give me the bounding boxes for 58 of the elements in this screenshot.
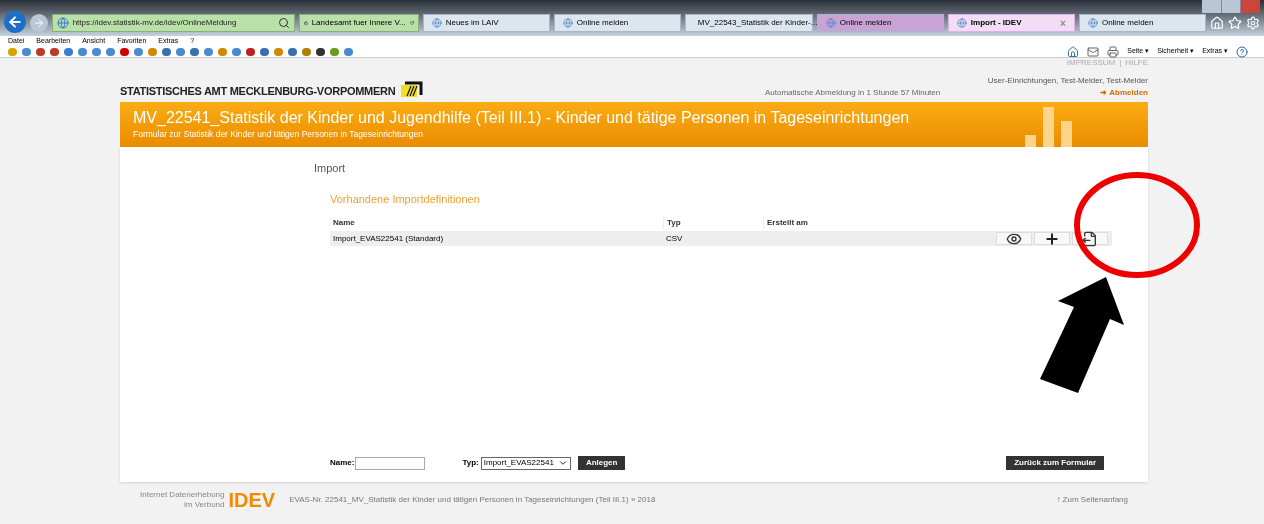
search-icon	[277, 17, 290, 29]
page-title: MV_22541_Statistik der Kinder und Jugendhilfe (Teil III.1) - Kinder und tätige Personen in Tageseinrichtungen	[133, 108, 910, 129]
create-button[interactable]: Anlegen	[577, 456, 626, 470]
table-cell-text: CSV	[665, 232, 684, 245]
logo-icon	[399, 81, 424, 99]
plus-icon	[1044, 230, 1060, 247]
type-label: Typ:	[462, 457, 479, 469]
back-to-top-link[interactable]: ↑ Zum Seitenanfang	[1056, 494, 1128, 506]
help-icon[interactable]	[1236, 45, 1248, 58]
globe-icon	[431, 18, 442, 28]
export-icon	[1082, 230, 1098, 247]
column-header: Name	[332, 217, 356, 229]
name-label: Name:	[330, 457, 355, 469]
chevron-down-icon	[557, 458, 568, 468]
user-info: User-Einrichtungen, Test-Melder, Test-Melder	[987, 75, 1148, 87]
globe-icon	[56, 17, 69, 29]
window-controls[interactable]	[1202, 0, 1260, 13]
browser-tab[interactable]: Online melden	[816, 14, 944, 32]
site-identity[interactable]: Landesamt fuer Innere V...	[298, 14, 419, 32]
forward-arrow-icon	[32, 17, 45, 29]
section-heading: Import	[314, 161, 347, 176]
back-to-form-button[interactable]: Zurück zum Formular	[1006, 456, 1104, 470]
dropdown-value: Import_EVAS22541	[483, 457, 554, 469]
type-dropdown[interactable]: Import_EVAS22541	[480, 456, 571, 470]
address-field[interactable]: https://idev.statistik-mv.de/idev/OnlineMeldung	[51, 14, 295, 32]
footer-logo-text: Internet Datenerhebung	[140, 490, 225, 500]
column-header: Erstellt am	[763, 217, 996, 229]
refresh-icon[interactable]	[409, 18, 414, 28]
column-header: Typ	[663, 217, 763, 229]
back-button[interactable]	[4, 11, 26, 33]
footer-logo-text: im Verbund	[184, 500, 225, 510]
action-button[interactable]	[1034, 232, 1070, 245]
browser-tab[interactable]: Import - IDEV ×	[947, 14, 1075, 32]
separator: |	[1119, 57, 1122, 69]
home-icon[interactable]	[1067, 45, 1080, 58]
favorites-icon[interactable]	[1228, 16, 1242, 30]
footer-text: EVAS-Nr. 22541_MV_Statistik der Kinder und tätigen Personen in Tageseinrichtungen (Teil III.1) » 2018	[289, 494, 656, 506]
name-field[interactable]	[355, 456, 426, 470]
action-button[interactable]	[996, 232, 1032, 245]
globe-icon	[825, 18, 836, 28]
browser-tab[interactable]: Neues im LAiV	[422, 14, 550, 32]
logo-text: STATISTISCHES AMT MECKLENBURG-VORPOMMERN	[120, 83, 396, 99]
settings-icon[interactable]	[1246, 16, 1260, 30]
globe-icon	[1087, 18, 1098, 28]
session-timer: Automatische Abmeldung in 1 Stunde 57 Minuten	[765, 87, 941, 99]
footer-logo: IDEV	[228, 488, 276, 513]
bar-chart-icon	[1025, 107, 1073, 147]
browser-tab[interactable]: Online melden	[1078, 14, 1206, 32]
globe-icon	[562, 18, 573, 28]
table-cell-text: Import_EVAS22541 (Standard)	[332, 232, 445, 245]
browser-tab[interactable]: Online melden	[553, 14, 681, 32]
lock-icon	[303, 18, 308, 28]
page-subtitle: Formular zur Statistik der Kinder und tätigen Personen in Tageseinrichtungen	[133, 128, 424, 141]
forward-button[interactable]	[29, 14, 48, 32]
subsection-heading: Vorhandene Importdefinitionen	[330, 191, 481, 207]
mail-icon[interactable]	[1087, 45, 1100, 58]
print-icon[interactable]	[1107, 45, 1120, 58]
globe-icon	[956, 18, 967, 28]
